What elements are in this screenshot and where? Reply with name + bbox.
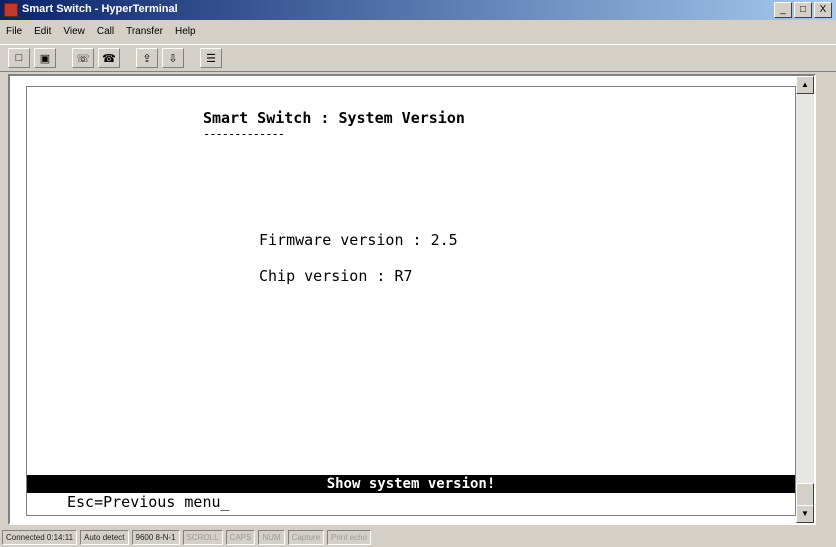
terminal-page-title: Smart Switch : System Version <box>203 109 465 127</box>
menu-bar: File Edit View Call Transfer Help <box>0 22 836 40</box>
chip-version-line: Chip version : R7 <box>259 267 413 285</box>
status-connected: Connected 0:14:11 <box>2 530 78 545</box>
status-print-echo: Print echo <box>327 530 372 545</box>
menu-edit[interactable]: Edit <box>34 26 51 37</box>
close-button[interactable]: X <box>814 2 832 18</box>
receive-icon[interactable]: ⇩ <box>162 48 184 68</box>
terminal-status-message: Show system version! <box>27 475 795 493</box>
hyperterminal-app-icon[interactable] <box>4 3 18 17</box>
status-bar: Connected 0:14:11 Auto detect 9600 8-N-1… <box>0 528 836 547</box>
status-caps: CAPS <box>225 530 256 545</box>
window-controls: _ □ X <box>774 2 832 18</box>
menu-transfer[interactable]: Transfer <box>126 26 163 37</box>
menu-view[interactable]: View <box>63 26 85 37</box>
window-title: Smart Switch - HyperTerminal <box>22 3 178 15</box>
menu-call[interactable]: Call <box>97 26 114 37</box>
firmware-version-line: Firmware version : 2.5 <box>259 231 458 249</box>
terminal-prompt: Esc=Previous menu_ <box>67 493 230 511</box>
maximize-button[interactable]: □ <box>794 2 812 18</box>
new-icon[interactable]: □ <box>8 48 30 68</box>
scroll-down-icon[interactable]: ▼ <box>796 505 814 523</box>
connect-icon[interactable]: ☏ <box>72 48 94 68</box>
scroll-up-icon[interactable]: ▲ <box>796 76 814 94</box>
status-settings: 9600 8-N-1 <box>131 530 180 545</box>
status-capture: Capture <box>287 530 325 545</box>
minimize-button[interactable]: _ <box>774 2 792 18</box>
open-icon[interactable]: ▣ <box>34 48 56 68</box>
status-scroll: SCROLL <box>182 530 223 545</box>
disconnect-icon[interactable]: ☎ <box>98 48 120 68</box>
terminal-frame: Smart Switch : System Version ----------… <box>8 74 816 525</box>
properties-icon[interactable]: ☰ <box>200 48 222 68</box>
title-bar: Smart Switch - HyperTerminal _ □ X <box>0 0 836 20</box>
send-icon[interactable]: ⇪ <box>136 48 158 68</box>
vertical-scrollbar[interactable]: ▲ ▼ <box>796 76 814 523</box>
terminal-title-underline: ------------- <box>203 127 285 141</box>
terminal-screen[interactable]: Smart Switch : System Version ----------… <box>26 86 796 516</box>
scrollbar-thumb[interactable] <box>796 483 814 507</box>
toolbar: □ ▣ ☏ ☎ ⇪ ⇩ ☰ <box>0 44 836 72</box>
menu-file[interactable]: File <box>6 26 22 37</box>
menu-help[interactable]: Help <box>175 26 196 37</box>
status-detect: Auto detect <box>80 530 129 545</box>
status-num: NUM <box>258 530 285 545</box>
